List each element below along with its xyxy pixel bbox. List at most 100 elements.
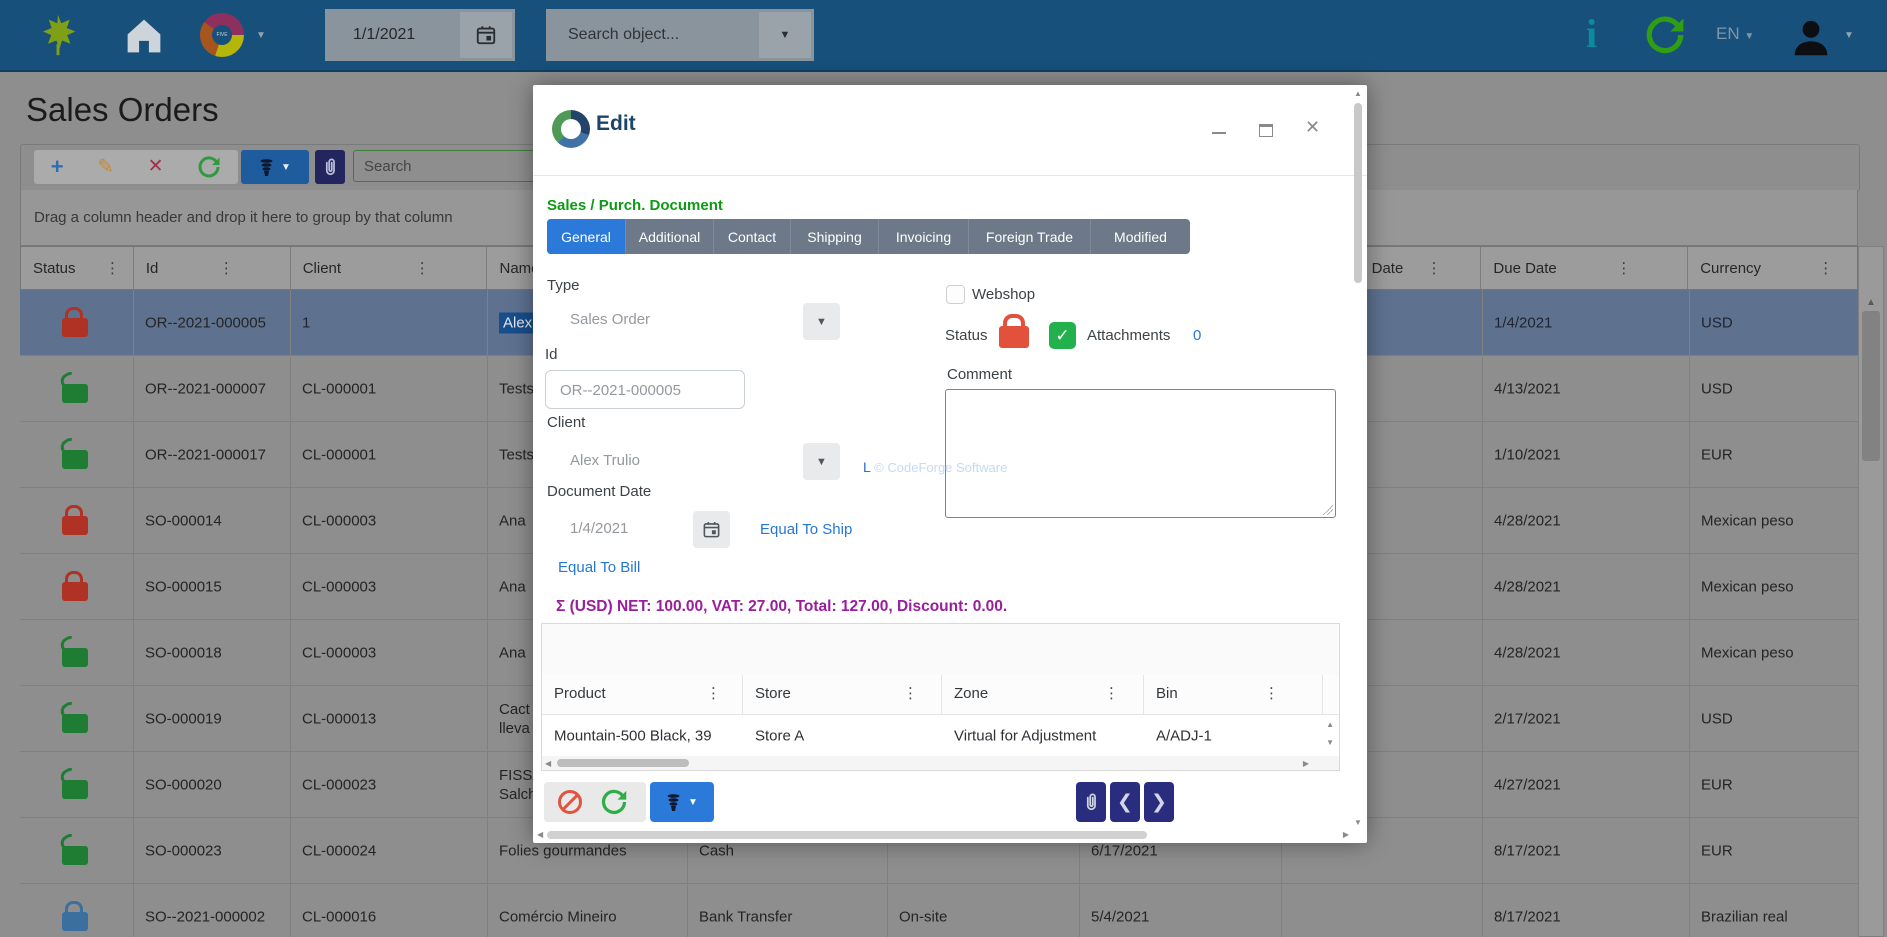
tab-general[interactable]: General xyxy=(547,219,625,254)
scroll-up-icon[interactable]: ▲ xyxy=(1354,89,1362,98)
type-value: Sales Order xyxy=(570,311,650,328)
equal-to-ship-link[interactable]: Equal To Ship xyxy=(760,521,852,538)
search-object-select[interactable]: Search object... ▼ xyxy=(546,9,814,61)
cell-name: Folies gourmandes xyxy=(499,841,627,860)
tab-shipping[interactable]: Shipping xyxy=(790,219,878,254)
column-menu-icon[interactable]: ⋮ xyxy=(415,259,430,277)
column-header-id[interactable]: Id⋮ xyxy=(134,247,291,289)
maximize-icon[interactable] xyxy=(1259,124,1273,137)
column-menu-icon[interactable]: ⋮ xyxy=(1616,259,1631,277)
user-caret-icon[interactable]: ▼ xyxy=(1844,30,1854,41)
attachments-button[interactable] xyxy=(1076,782,1106,822)
filter-button[interactable]: ▼ xyxy=(241,150,309,184)
cell-currency: Mexican peso xyxy=(1701,577,1794,596)
cell-id: SO-000019 xyxy=(145,709,222,728)
scroll-left-icon[interactable]: ◀ xyxy=(537,830,543,839)
leaf-logo-icon[interactable] xyxy=(36,13,80,57)
dialog-vertical-scrollbar[interactable]: ▲ ▼ xyxy=(1351,87,1365,841)
add-button[interactable]: + xyxy=(51,150,64,184)
column-header-currency[interactable]: Currency⋮ xyxy=(1688,247,1857,289)
column-menu-icon[interactable]: ⋮ xyxy=(706,684,721,702)
user-avatar[interactable] xyxy=(1788,14,1834,60)
home-icon[interactable] xyxy=(124,18,164,54)
minimize-icon[interactable] xyxy=(1212,132,1226,134)
scroll-right-icon[interactable]: ▶ xyxy=(1343,830,1349,839)
column-menu-icon[interactable]: ⋮ xyxy=(1264,684,1279,702)
cell-name-highlighted: Alex xyxy=(499,312,536,333)
attachments-count-link[interactable]: 0 xyxy=(1193,327,1201,344)
table-vertical-scrollbar[interactable]: ▲ xyxy=(1858,246,1884,937)
column-menu-icon[interactable]: ⋮ xyxy=(1427,259,1442,277)
refresh-icon[interactable] xyxy=(1644,14,1686,56)
dialog-header[interactable]: Edit ✕ xyxy=(533,85,1367,176)
attachments-checkbox[interactable]: ✓ xyxy=(1049,322,1076,349)
app-logo-caret-icon[interactable]: ▼ xyxy=(256,30,266,41)
scrollbar-thumb[interactable] xyxy=(1862,311,1880,461)
column-header-status[interactable]: Status⋮ xyxy=(21,247,134,289)
scrollbar-thumb[interactable] xyxy=(1354,103,1362,283)
dialog-logo-icon xyxy=(552,110,590,148)
delete-button[interactable]: ✕ xyxy=(148,150,164,184)
scroll-right-icon[interactable]: ▶ xyxy=(1303,759,1309,768)
lines-grid-horizontal-scrollbar[interactable]: ◀ ▶ xyxy=(542,756,1339,770)
close-icon[interactable]: ✕ xyxy=(1305,117,1320,138)
language-selector[interactable]: EN ▼ xyxy=(1716,24,1754,44)
search-object-caret-icon[interactable]: ▼ xyxy=(759,12,811,58)
column-header-store[interactable]: Store⋮ xyxy=(743,675,942,714)
webshop-checkbox[interactable] xyxy=(946,285,965,304)
attachments-button[interactable] xyxy=(315,150,345,184)
info-icon[interactable]: i xyxy=(1586,12,1597,56)
scroll-left-icon[interactable]: ◀ xyxy=(545,759,551,768)
column-header-due-date[interactable]: Due Date⋮ xyxy=(1481,247,1688,289)
column-menu-icon[interactable]: ⋮ xyxy=(1818,259,1833,277)
scroll-up-icon[interactable]: ▲ xyxy=(1866,297,1876,308)
cell-due-date: 8/17/2021 xyxy=(1494,841,1561,860)
column-header-bin[interactable]: Bin⋮ xyxy=(1144,675,1323,714)
scrollbar-thumb[interactable] xyxy=(547,831,1147,839)
global-date-field[interactable]: 1/1/2021 xyxy=(325,9,515,61)
tab-additional[interactable]: Additional xyxy=(625,219,713,254)
lines-grid-row[interactable]: Mountain-500 Black, 39 Store A Virtual f… xyxy=(542,714,1321,759)
calendar-icon[interactable] xyxy=(460,12,512,58)
refresh-button[interactable] xyxy=(197,155,221,179)
app-logo-donut-icon[interactable] xyxy=(200,13,244,57)
edit-pencil-button[interactable]: ✎ xyxy=(97,150,114,184)
cell-id: SO--2021-000002 xyxy=(145,907,265,926)
column-menu-icon[interactable]: ⋮ xyxy=(105,259,120,277)
cell-id: SO-000020 xyxy=(145,775,222,794)
client-dropdown-button[interactable]: ▼ xyxy=(803,443,840,480)
filter-button[interactable]: ▼ xyxy=(650,782,714,822)
refresh-button[interactable] xyxy=(600,788,628,816)
column-menu-icon[interactable]: ⋮ xyxy=(219,259,234,277)
column-header-product[interactable]: Product⋮ xyxy=(542,675,743,714)
column-menu-icon[interactable]: ⋮ xyxy=(1104,684,1119,702)
tab-contact[interactable]: Contact xyxy=(713,219,790,254)
cell-due-date: 4/28/2021 xyxy=(1494,577,1561,596)
dialog-horizontal-scrollbar[interactable]: ◀ ▶ xyxy=(535,828,1353,841)
document-date-calendar-button[interactable] xyxy=(693,511,730,548)
column-header-zone[interactable]: Zone⋮ xyxy=(942,675,1144,714)
next-record-button[interactable]: ❯ xyxy=(1144,782,1174,822)
tab-invoicing[interactable]: Invoicing xyxy=(878,219,968,254)
scrollbar-thumb[interactable] xyxy=(557,759,689,767)
previous-record-button[interactable]: ❮ xyxy=(1110,782,1140,822)
equal-to-bill-link[interactable]: Equal To Bill xyxy=(558,559,640,576)
top-navbar: ▼ 1/1/2021 Search object... ▼ i EN ▼ ▼ xyxy=(0,0,1887,72)
cell-client: CL-000001 xyxy=(302,445,376,464)
resize-handle[interactable] xyxy=(1323,505,1333,515)
comment-textarea[interactable] xyxy=(945,389,1336,518)
calendar-icon xyxy=(702,520,721,539)
column-menu-icon[interactable]: ⋮ xyxy=(903,684,918,702)
table-row[interactable]: SO--2021-000002 CL-000016 Comércio Minei… xyxy=(20,884,1858,937)
scroll-down-icon[interactable]: ▼ xyxy=(1354,818,1362,827)
type-dropdown-button[interactable]: ▼ xyxy=(803,303,840,340)
column-header-client[interactable]: Client⋮ xyxy=(291,247,488,289)
cancel-button[interactable] xyxy=(558,790,582,814)
column-divider xyxy=(1482,290,1483,937)
scroll-up-icon[interactable]: ▲ xyxy=(1326,720,1334,729)
cell-name: Tests xyxy=(499,379,534,398)
tab-modified[interactable]: Modified xyxy=(1090,219,1190,254)
cell-currency: EUR xyxy=(1701,775,1733,794)
tab-foreign-trade[interactable]: Foreign Trade xyxy=(968,219,1090,254)
scroll-down-icon[interactable]: ▼ xyxy=(1326,738,1334,747)
